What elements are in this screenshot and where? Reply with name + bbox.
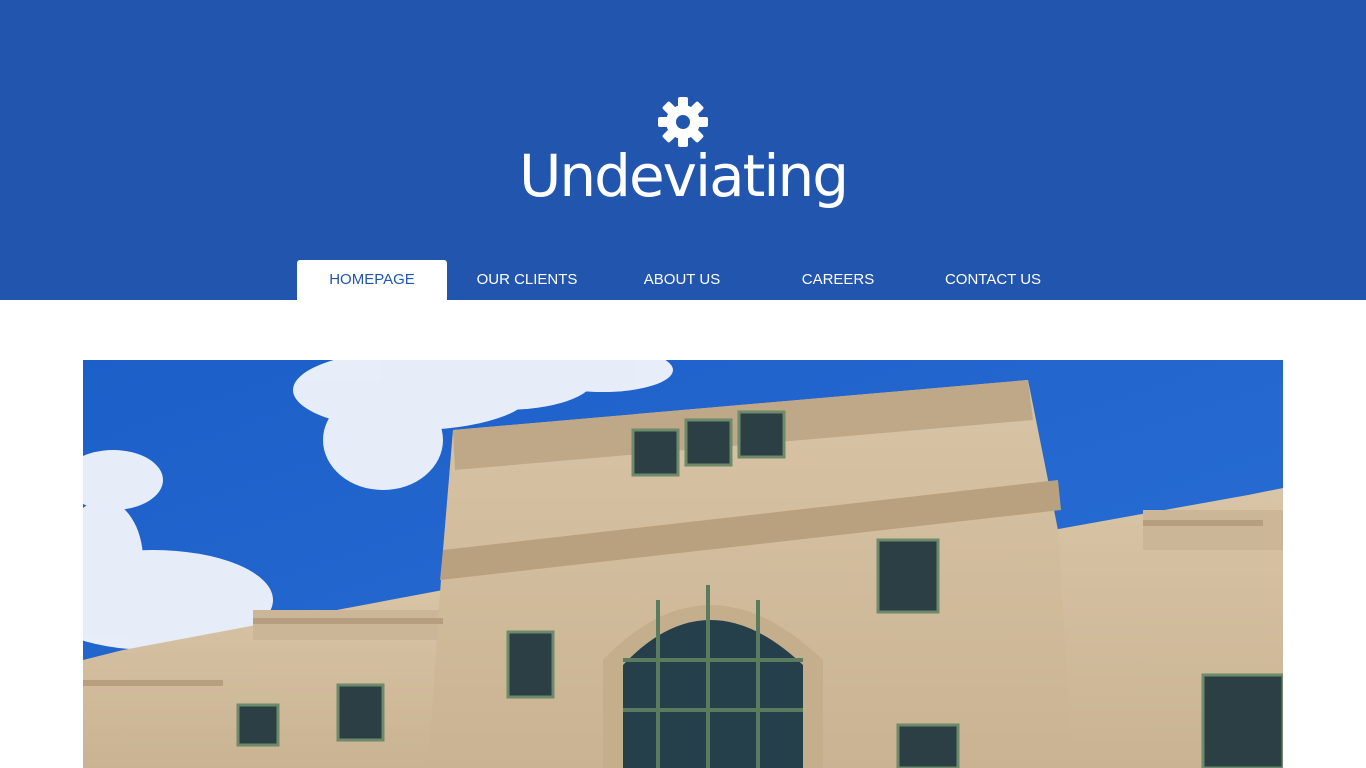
nav-item-contact-us[interactable]: CONTACT US bbox=[918, 260, 1068, 300]
site-header: Undeviating HOMEPAGE OUR CLIENTS ABOUT U… bbox=[0, 0, 1366, 300]
site-title[interactable]: Undeviating bbox=[0, 142, 1366, 210]
nav-item-careers[interactable]: CAREERS bbox=[763, 260, 913, 300]
hero-image bbox=[83, 360, 1283, 768]
nav-item-homepage[interactable]: HOMEPAGE bbox=[297, 260, 447, 300]
nav-item-about-us[interactable]: ABOUT US bbox=[607, 260, 757, 300]
nav-item-our-clients[interactable]: OUR CLIENTS bbox=[452, 260, 602, 300]
building-photo bbox=[83, 360, 1283, 768]
gear-icon bbox=[658, 97, 708, 147]
